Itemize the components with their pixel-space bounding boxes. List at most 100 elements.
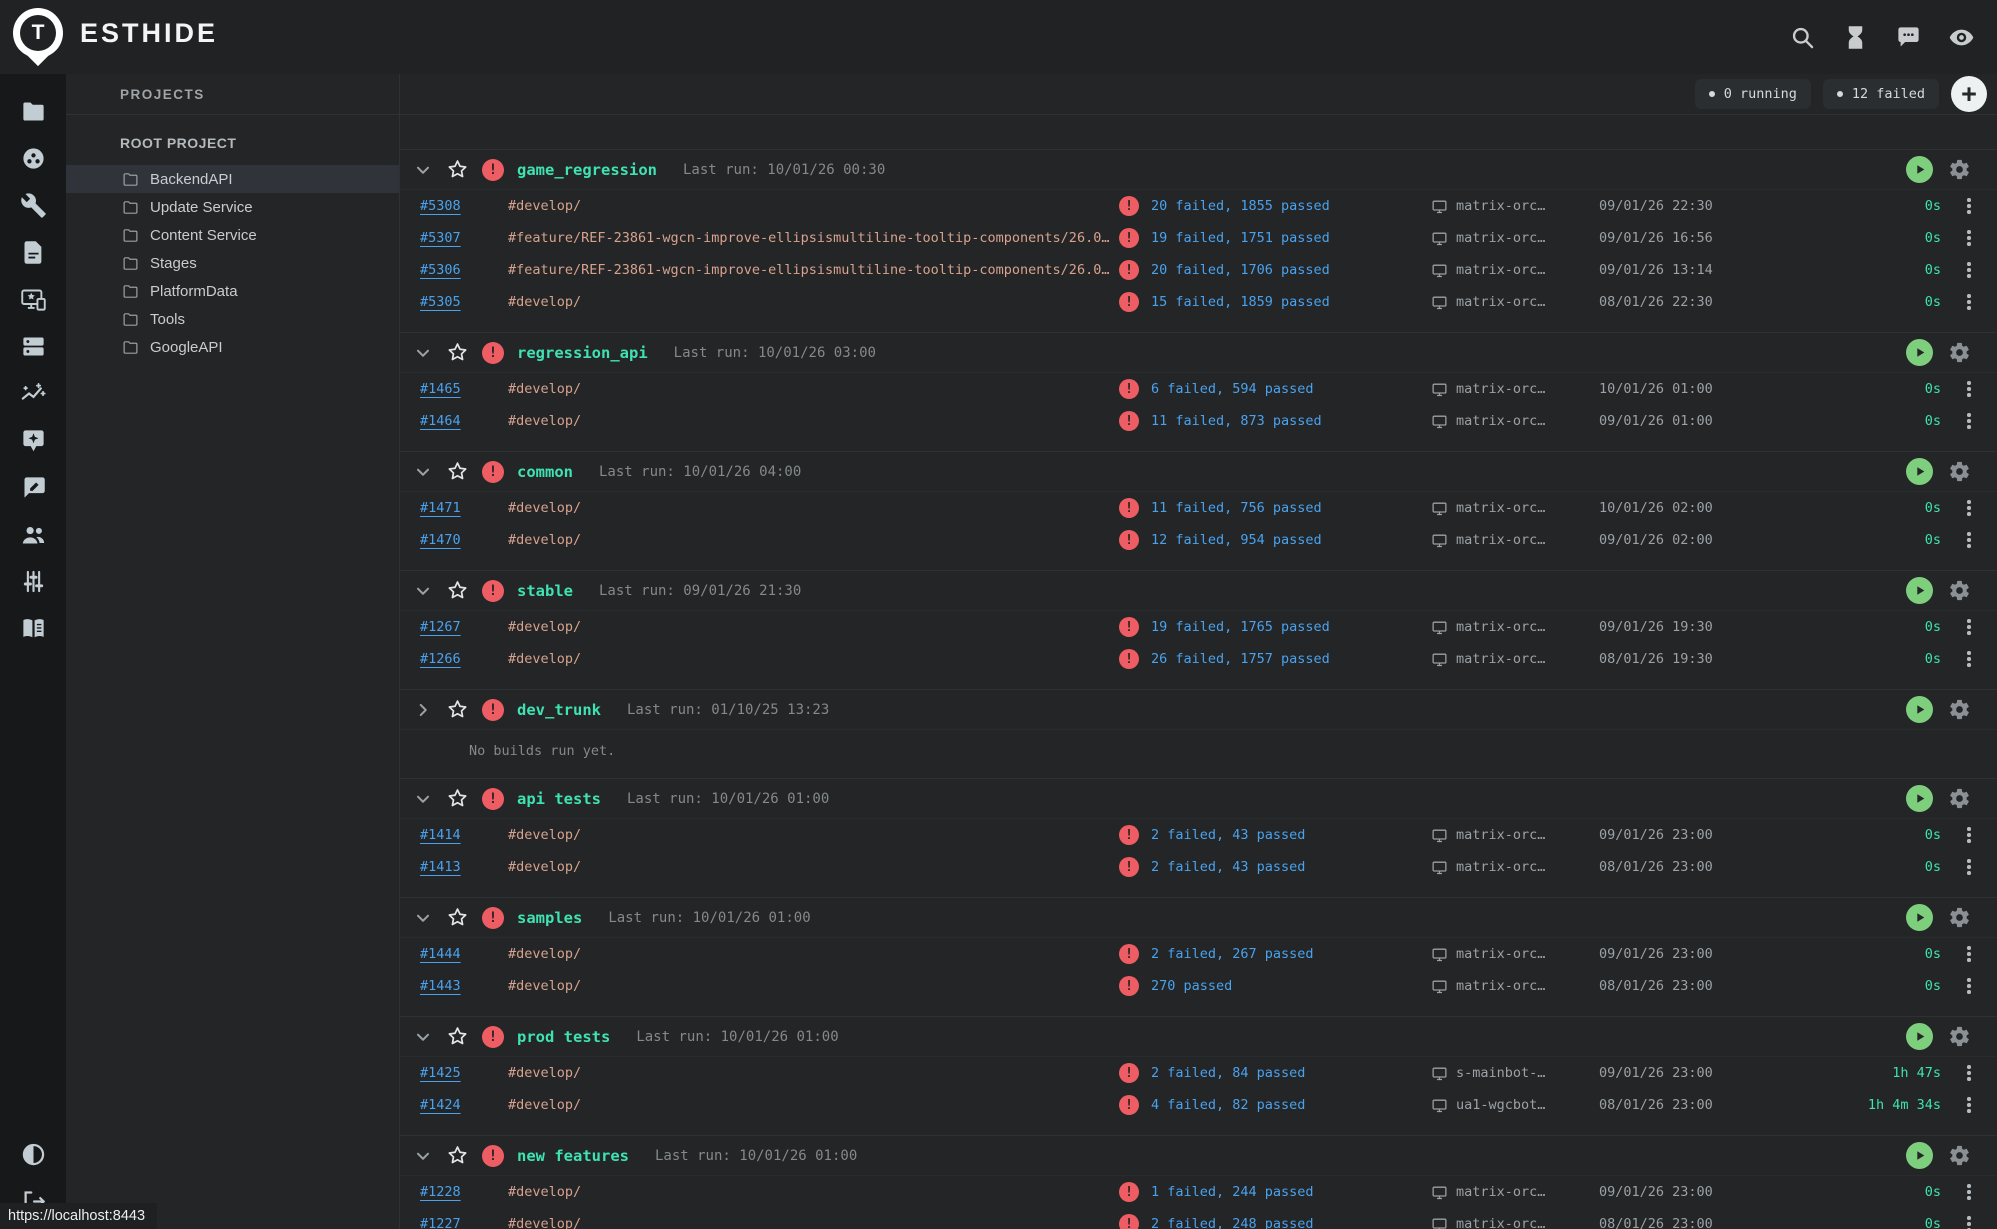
kebab-menu-button[interactable]	[1941, 1089, 1997, 1121]
chevron-icon[interactable]	[412, 788, 434, 810]
sidebar-project-item[interactable]: BackendAPI	[66, 165, 399, 193]
build-number-link[interactable]: #1425	[420, 1065, 508, 1081]
test-results-link[interactable]: 2 failed, 84 passed	[1151, 1065, 1305, 1081]
chevron-icon[interactable]	[412, 580, 434, 602]
build-number-link[interactable]: #1266	[420, 651, 508, 667]
chevron-icon[interactable]	[412, 159, 434, 181]
chevron-icon[interactable]	[412, 461, 434, 483]
run-build-button[interactable]	[1906, 1142, 1933, 1169]
kebab-menu-button[interactable]	[1941, 819, 1997, 851]
test-results-link[interactable]: 4 failed, 82 passed	[1151, 1097, 1305, 1113]
running-count-badge[interactable]: 0 running	[1695, 79, 1811, 109]
kebab-menu-button[interactable]	[1941, 1176, 1997, 1208]
chevron-icon[interactable]	[412, 907, 434, 929]
failed-count-badge[interactable]: 12 failed	[1823, 79, 1939, 109]
chevron-icon[interactable]	[412, 1026, 434, 1048]
star-favorite-icon[interactable]	[446, 906, 469, 929]
test-results-link[interactable]: 19 failed, 1751 passed	[1151, 230, 1330, 246]
settings-gear-icon[interactable]	[1948, 787, 1971, 810]
watch-eye-icon[interactable]	[1948, 24, 1975, 51]
theme-contrast-icon[interactable]	[20, 1141, 47, 1168]
kebab-menu-button[interactable]	[1941, 222, 1997, 254]
star-favorite-icon[interactable]	[446, 1144, 469, 1167]
messages-icon[interactable]	[1895, 24, 1922, 51]
add-project-button[interactable]: +	[1951, 76, 1987, 112]
test-results-link[interactable]: 11 failed, 873 passed	[1151, 413, 1322, 429]
run-build-button[interactable]	[1906, 785, 1933, 812]
run-build-button[interactable]	[1906, 577, 1933, 604]
build-number-link[interactable]: #1227	[420, 1216, 508, 1229]
sidebar-project-item[interactable]: Tools	[66, 305, 399, 333]
test-results-link[interactable]: 26 failed, 1757 passed	[1151, 651, 1330, 667]
build-number-link[interactable]: #1228	[420, 1184, 508, 1200]
test-results-link[interactable]: 2 failed, 267 passed	[1151, 946, 1314, 962]
projects-folder-icon[interactable]	[20, 98, 47, 125]
settings-gear-icon[interactable]	[1948, 698, 1971, 721]
project-group-name[interactable]: game_regression	[517, 161, 657, 179]
kebab-menu-button[interactable]	[1941, 286, 1997, 318]
settings-gear-icon[interactable]	[1948, 341, 1971, 364]
kebab-menu-button[interactable]	[1941, 190, 1997, 222]
settings-sliders-icon[interactable]	[20, 568, 47, 595]
build-number-link[interactable]: #1444	[420, 946, 508, 962]
build-number-link[interactable]: #1470	[420, 532, 508, 548]
quality-badge-icon[interactable]	[20, 427, 47, 454]
settings-gear-icon[interactable]	[1948, 906, 1971, 929]
test-results-link[interactable]: 12 failed, 954 passed	[1151, 532, 1322, 548]
project-group-name[interactable]: samples	[517, 909, 582, 927]
star-favorite-icon[interactable]	[446, 579, 469, 602]
build-number-link[interactable]: #5307	[420, 230, 508, 246]
test-results-link[interactable]: 6 failed, 594 passed	[1151, 381, 1314, 397]
test-results-link[interactable]: 270 passed	[1151, 978, 1232, 994]
run-build-button[interactable]	[1906, 696, 1933, 723]
test-results-link[interactable]: 15 failed, 1859 passed	[1151, 294, 1330, 310]
project-group-name[interactable]: api tests	[517, 790, 601, 808]
sidebar-project-item[interactable]: Content Service	[66, 221, 399, 249]
docs-book-icon[interactable]	[20, 615, 47, 642]
project-group-name[interactable]: dev_trunk	[517, 701, 601, 719]
kebab-menu-button[interactable]	[1941, 851, 1997, 883]
run-build-button[interactable]	[1906, 458, 1933, 485]
kebab-menu-button[interactable]	[1941, 643, 1997, 675]
storage-icon[interactable]	[20, 333, 47, 360]
kebab-menu-button[interactable]	[1941, 492, 1997, 524]
build-number-link[interactable]: #1414	[420, 827, 508, 843]
build-number-link[interactable]: #1471	[420, 500, 508, 516]
star-favorite-icon[interactable]	[446, 1025, 469, 1048]
kebab-menu-button[interactable]	[1941, 373, 1997, 405]
build-number-link[interactable]: #1465	[420, 381, 508, 397]
star-favorite-icon[interactable]	[446, 460, 469, 483]
kebab-menu-button[interactable]	[1941, 611, 1997, 643]
settings-gear-icon[interactable]	[1948, 1025, 1971, 1048]
chevron-icon[interactable]	[412, 1145, 434, 1167]
kebab-menu-button[interactable]	[1941, 1208, 1997, 1229]
project-group-name[interactable]: prod tests	[517, 1028, 610, 1046]
project-group-name[interactable]: stable	[517, 582, 573, 600]
sidebar-project-item[interactable]: Update Service	[66, 193, 399, 221]
build-number-link[interactable]: #1267	[420, 619, 508, 635]
devices-star-icon[interactable]	[20, 286, 47, 313]
kebab-menu-button[interactable]	[1941, 1057, 1997, 1089]
run-build-button[interactable]	[1906, 1023, 1933, 1050]
build-number-link[interactable]: #5305	[420, 294, 508, 310]
run-build-button[interactable]	[1906, 156, 1933, 183]
sidebar-project-item[interactable]: Stages	[66, 249, 399, 277]
star-favorite-icon[interactable]	[446, 341, 469, 364]
test-results-link[interactable]: 20 failed, 1855 passed	[1151, 198, 1330, 214]
test-results-link[interactable]: 19 failed, 1765 passed	[1151, 619, 1330, 635]
trends-chart-icon[interactable]	[20, 380, 47, 407]
settings-gear-icon[interactable]	[1948, 460, 1971, 483]
users-people-icon[interactable]	[20, 521, 47, 548]
reports-file-icon[interactable]	[20, 239, 47, 266]
star-favorite-icon[interactable]	[446, 158, 469, 181]
test-results-link[interactable]: 11 failed, 756 passed	[1151, 500, 1322, 516]
kebab-menu-button[interactable]	[1941, 938, 1997, 970]
test-results-link[interactable]: 2 failed, 43 passed	[1151, 827, 1305, 843]
build-number-link[interactable]: #1413	[420, 859, 508, 875]
run-build-button[interactable]	[1906, 339, 1933, 366]
test-results-link[interactable]: 1 failed, 244 passed	[1151, 1184, 1314, 1200]
settings-gear-icon[interactable]	[1948, 158, 1971, 181]
run-build-button[interactable]	[1906, 904, 1933, 931]
feedback-edit-icon[interactable]	[20, 474, 47, 501]
sidebar-project-item[interactable]: PlatformData	[66, 277, 399, 305]
